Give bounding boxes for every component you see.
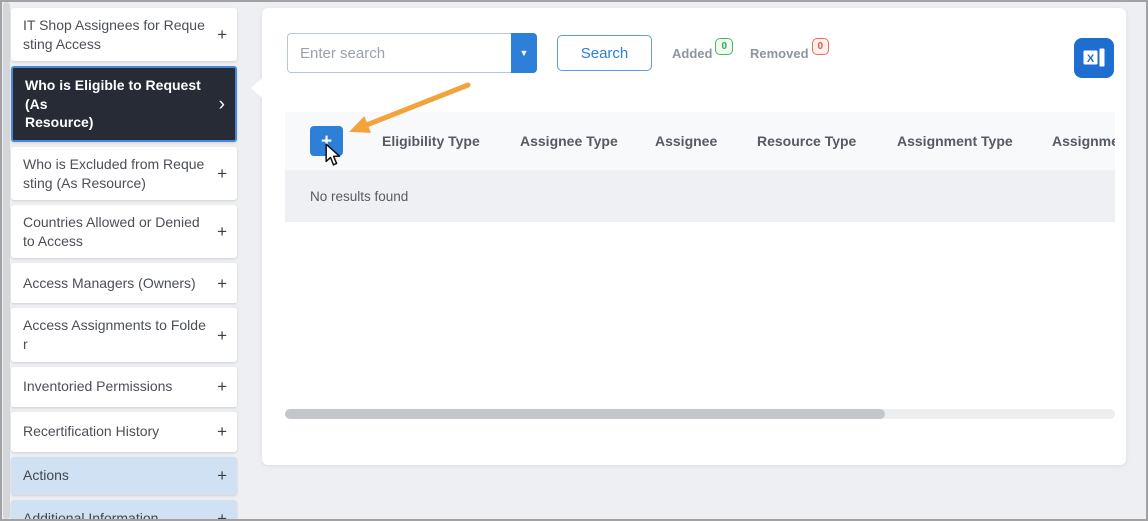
sidebar-item-additional-information[interactable]: Additional Information + [11, 500, 237, 521]
column-header-assignee: Assignee [655, 133, 757, 149]
excel-letter: X [1087, 53, 1095, 65]
sidebar-item-countries-allowed[interactable]: Countries Allowed or Denied to Access + [11, 205, 237, 258]
sidebar-item-label: Access Managers (Owners) [23, 274, 196, 293]
sidebar-item-actions[interactable]: Actions + [11, 457, 237, 495]
removed-counter: Removed 0 [750, 38, 829, 61]
column-header-assignee-type: Assignee Type [520, 133, 655, 149]
plus-icon: + [211, 423, 227, 440]
column-header-assignment-type: Assignment Type [897, 133, 1052, 149]
empty-results-row: No results found [285, 170, 1115, 222]
column-header-eligibility-type: Eligibility Type [382, 133, 520, 149]
sidebar-item-label: Actions [23, 466, 69, 485]
sidebar: IT Shop Assignees for Reque sting Access… [2, 2, 238, 519]
sidebar-item-it-shop-assignees[interactable]: IT Shop Assignees for Reque sting Access… [11, 8, 237, 61]
sidebar-item-label: Recertification History [23, 422, 159, 441]
results-table: + Eligibility Type Assignee Type Assigne… [285, 112, 1115, 222]
search-dropdown-button[interactable]: ▼ [511, 33, 537, 73]
table-header-row: + Eligibility Type Assignee Type Assigne… [285, 112, 1115, 170]
sidebar-item-label: IT Shop Assignees for Reque sting Access [23, 16, 205, 53]
search-button[interactable]: Search [557, 35, 652, 71]
sidebar-item-label: Who is Excluded from Reque sting (As Res… [23, 155, 204, 192]
panel-pointer-notch [251, 78, 262, 98]
plus-icon: + [211, 467, 227, 484]
add-row-button[interactable]: + [310, 126, 343, 156]
sidebar-item-label: Additional Information [23, 509, 158, 521]
removed-count-badge: 0 [812, 38, 830, 55]
search-input[interactable] [287, 33, 511, 73]
sidebar-item-who-is-excluded[interactable]: Who is Excluded from Reque sting (As Res… [11, 147, 237, 200]
sidebar-item-label: Inventoried Permissions [23, 377, 172, 396]
plus-icon: + [211, 223, 227, 240]
column-header-assignment-truncated: Assignment Type [1052, 133, 1115, 149]
added-label: Added [672, 46, 712, 61]
plus-icon: + [211, 275, 227, 292]
sidebar-item-label: Countries Allowed or Denied to Access [23, 213, 200, 250]
plus-icon: + [211, 327, 227, 344]
chevron-right-icon: › [213, 95, 225, 114]
sidebar-item-label: Access Assignments to Folde r [23, 316, 206, 353]
search-group: ▼ [287, 33, 537, 73]
added-count-badge: 0 [715, 38, 733, 55]
app-window: IT Shop Assignees for Reque sting Access… [0, 0, 1148, 521]
export-excel-button[interactable]: X [1074, 38, 1114, 78]
content-panel: ▼ Search Added 0 Removed 0 X + Eligibili… [262, 8, 1126, 465]
chevron-down-icon: ▼ [520, 48, 529, 58]
plus-icon: + [211, 510, 227, 521]
removed-label: Removed [750, 46, 809, 61]
sidebar-scrollbar[interactable] [3, 2, 10, 519]
plus-icon: + [211, 378, 227, 395]
sidebar-item-access-assignments[interactable]: Access Assignments to Folde r + [11, 308, 237, 361]
column-header-resource-type: Resource Type [757, 133, 897, 149]
added-counter: Added 0 [672, 38, 733, 61]
sidebar-item-access-managers[interactable]: Access Managers (Owners) + [11, 263, 237, 303]
sidebar-item-who-is-eligible-selected[interactable]: Who is Eligible to Request (As Resource)… [11, 66, 237, 142]
excel-icon: X [1081, 45, 1107, 71]
plus-icon: + [211, 26, 227, 43]
sidebar-item-inventoried-permissions[interactable]: Inventoried Permissions + [11, 367, 237, 407]
sidebar-item-recertification-history[interactable]: Recertification History + [11, 412, 237, 452]
sidebar-item-label: Who is Eligible to Request (As Resource) [25, 76, 213, 132]
plus-icon: + [211, 165, 227, 182]
horizontal-scrollbar-track[interactable] [285, 409, 1115, 419]
empty-results-message: No results found [310, 189, 408, 204]
sidebar-item-list: IT Shop Assignees for Reque sting Access… [11, 8, 237, 521]
horizontal-scrollbar-thumb[interactable] [285, 409, 885, 419]
